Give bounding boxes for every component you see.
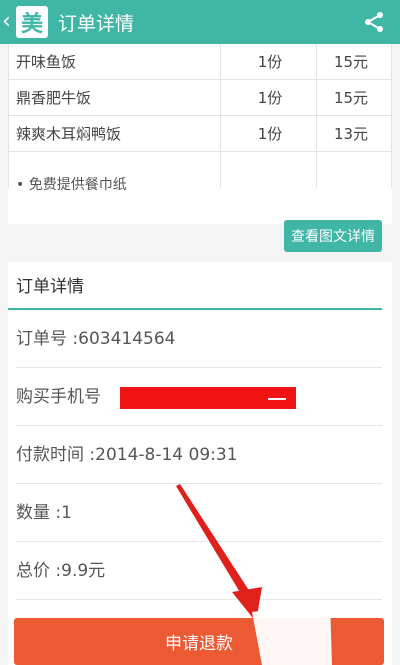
table-row: 辣爽木耳焖鸭饭 1份 13元 — [8, 116, 392, 152]
pay-time-row: 付款时间 :2014-8-14 09:31 — [16, 426, 382, 484]
table-row: 鼎香肥牛饭 1份 15元 — [8, 80, 392, 116]
phone-row: 购买手机号 — [16, 368, 382, 426]
item-qty: 1份 — [257, 125, 283, 143]
section-title: 订单详情 — [16, 277, 84, 297]
phone-label: 购买手机号 — [16, 387, 101, 407]
order-details-section: 订单详情 订单号 :603414564 购买手机号 付款时间 :2014-8-1… — [8, 262, 392, 665]
order-note: • 免费提供餐巾纸 — [16, 177, 127, 193]
item-name: 开味鱼饭 — [16, 53, 77, 71]
redaction-dash — [268, 398, 286, 400]
back-icon[interactable]: ‹ — [2, 0, 12, 44]
page-title: 订单详情 — [58, 12, 135, 35]
item-price: 15元 — [333, 53, 369, 71]
view-detail-button[interactable]: 查看图文详情 — [284, 220, 382, 252]
item-price: 15元 — [333, 89, 369, 107]
top-bar: ‹ 美 订单详情 — [0, 0, 400, 44]
total-price: 总价 :9.9元 — [16, 561, 106, 581]
pay-time: 付款时间 :2014-8-14 09:31 — [16, 445, 238, 465]
order-number-row: 订单号 :603414564 — [16, 310, 382, 368]
quantity: 数量 :1 — [16, 503, 72, 523]
share-icon[interactable] — [362, 10, 386, 34]
quantity-row: 数量 :1 — [16, 484, 382, 542]
item-price: 13元 — [333, 125, 369, 143]
total-row: 总价 :9.9元 — [16, 542, 382, 600]
item-qty: 1份 — [257, 89, 283, 107]
item-name: 辣爽木耳焖鸭饭 — [16, 125, 122, 143]
order-items-card: 开味鱼饭 1份 15元 鼎香肥牛饭 1份 15元 辣爽木耳焖鸭饭 1份 13元 … — [8, 44, 392, 224]
app-logo: 美 — [16, 6, 48, 38]
table-row: 开味鱼饭 1份 15元 — [8, 44, 392, 80]
item-qty: 1份 — [257, 53, 283, 71]
order-number: 订单号 :603414564 — [16, 329, 176, 349]
refund-button[interactable]: 申请退款 — [14, 618, 384, 665]
item-name: 鼎香肥牛饭 — [16, 89, 92, 107]
